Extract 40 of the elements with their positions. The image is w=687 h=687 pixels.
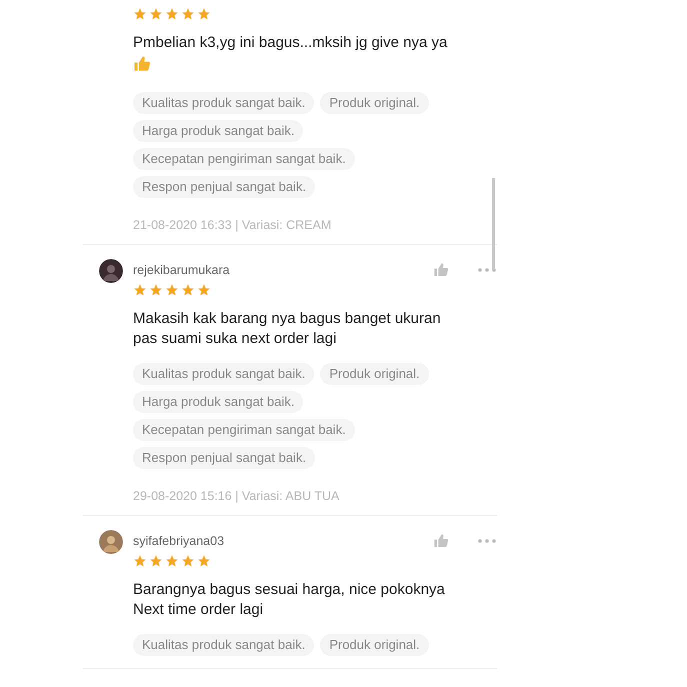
review-date-variant: 21-08-2020 16:33 | Variasi: CREAM	[133, 218, 332, 232]
review-tag: Produk original.	[320, 92, 429, 114]
review-text: Pmbelian k3,yg ini bagus...mksih jg give nya ya	[133, 33, 448, 53]
review-tag: Kecepatan pengiriman sangat baik.	[133, 419, 355, 441]
star-icon	[181, 283, 195, 297]
review-text: Makasih kak barang nya bagus banget ukuran pas suami suka next order lagi	[133, 309, 442, 349]
review-tag: Respon penjual sangat baik.	[133, 176, 316, 198]
avatar[interactable]	[99, 259, 123, 283]
star-icon	[149, 283, 163, 297]
thumbs-up-icon[interactable]	[433, 262, 449, 278]
scrollbar[interactable]	[492, 178, 495, 270]
review-tag: Kualitas produk sangat baik.	[133, 92, 314, 114]
star-icon	[165, 554, 179, 568]
thumbs-up-icon[interactable]	[433, 533, 449, 549]
review-tag: Kecepatan pengiriman sangat baik.	[133, 148, 355, 170]
review-tag: Kualitas produk sangat baik.	[133, 363, 314, 385]
star-icon	[181, 554, 195, 568]
star-icon	[133, 283, 147, 297]
review-tag: Produk original.	[320, 363, 429, 385]
review-tag: Kualitas produk sangat baik.	[133, 634, 314, 656]
more-icon[interactable]	[477, 538, 497, 544]
star-icon	[149, 554, 163, 568]
star-icon	[197, 7, 211, 21]
review-tag: Produk original.	[320, 634, 429, 656]
review-date-variant: 29-08-2020 15:16 | Variasi: ABU TUA	[133, 489, 340, 503]
review-text: Barangnya bagus sesuai harga, nice pokoknya Next time order lagi	[133, 580, 446, 620]
star-icon	[165, 7, 179, 21]
star-icon	[197, 554, 211, 568]
star-icon	[165, 283, 179, 297]
star-icon	[133, 554, 147, 568]
star-icon	[133, 7, 147, 21]
username: rejekibarumukara	[133, 263, 231, 277]
star-icon	[181, 7, 195, 21]
username: syifafebriyana03	[133, 534, 226, 548]
review-tag: Harga produk sangat baik.	[133, 120, 304, 142]
review-tag: Respon penjual sangat baik.	[133, 447, 316, 469]
star-icon	[197, 283, 211, 297]
review-tag: Harga produk sangat baik.	[133, 391, 304, 413]
star-icon	[149, 7, 163, 21]
more-icon[interactable]	[477, 267, 497, 273]
